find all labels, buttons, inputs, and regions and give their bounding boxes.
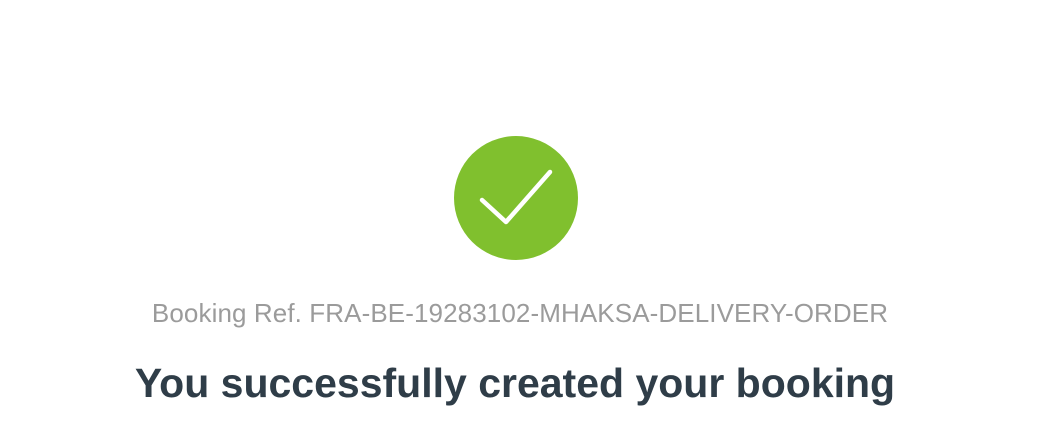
- success-badge: [454, 136, 578, 260]
- booking-reference: Booking Ref. FRA-BE-19283102-MHAKSA-DELI…: [151, 298, 889, 328]
- booking-confirmation-page: Booking Ref. FRA-BE-19283102-MHAKSA-DELI…: [0, 0, 1054, 427]
- success-title: You successfully created your booking: [134, 360, 896, 406]
- checkmark-icon: [479, 169, 553, 225]
